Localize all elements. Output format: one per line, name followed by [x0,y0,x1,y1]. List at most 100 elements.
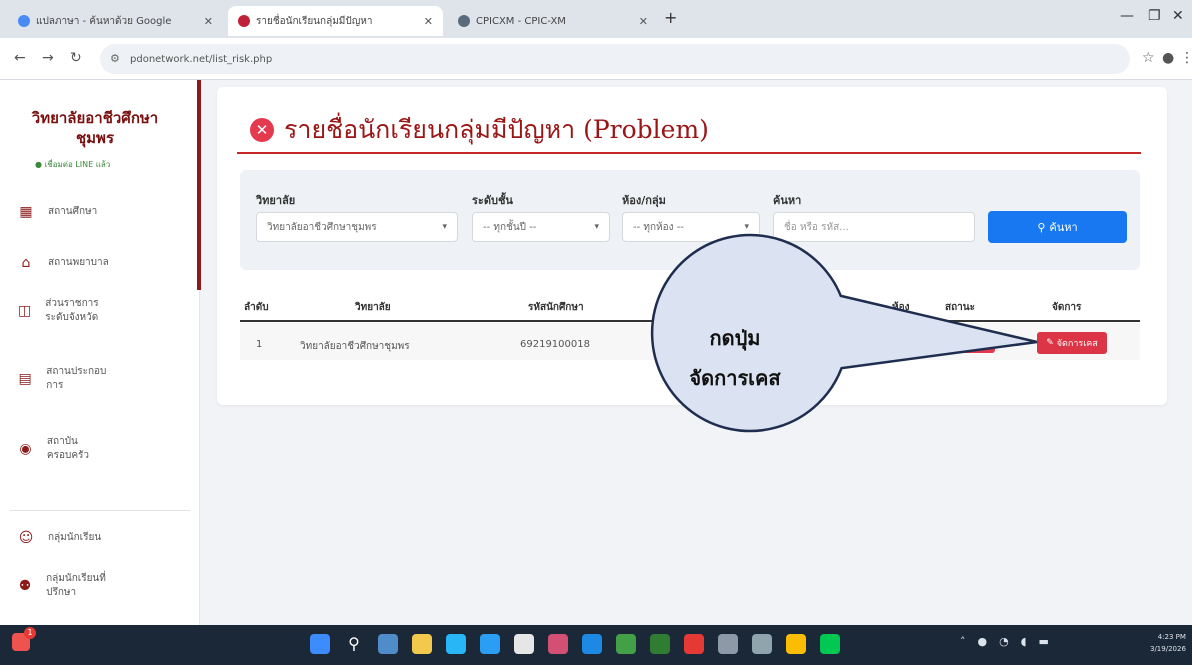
users-icon: ⚉ [18,578,32,594]
search-button[interactable]: ⚲ ค้นหา [988,211,1127,243]
sidebar-divider [10,510,190,511]
clock-date: 3/19/2026 [1150,645,1186,653]
hospital-icon: ⌂ [21,255,31,271]
back-arrow-icon[interactable]: ← [14,50,26,66]
building-icon: ▦ [19,204,33,220]
table-header-room: ห้อง [892,302,910,313]
network-icon[interactable]: ◔ [999,635,1009,648]
chevron-up-icon[interactable]: ˄ [960,635,966,648]
sidebar-item-enterprise[interactable]: ▤ สถานประกอบ การ [18,365,118,393]
app-icon[interactable] [718,634,738,654]
browser-tab-google-translate[interactable]: แปลภาษา - ค้นหาด้วย Google ✕ [8,6,223,36]
college-select-value: วิทยาลัยอาชีวศึกษาชุมพร [267,221,377,233]
table-header-college: วิทยาลัย [355,302,391,313]
search-icon: ⚲ [1037,220,1046,234]
minimize-icon[interactable]: — [1120,8,1134,24]
chevron-down-icon: ▾ [442,222,447,232]
room-select-value: -- ทุกห้อง -- [633,221,684,233]
table-header-action: จัดการ [1052,302,1082,313]
status-badge [945,333,995,353]
app-icon[interactable] [480,634,500,654]
chrome-icon[interactable] [684,634,704,654]
close-icon[interactable]: ✕ [204,15,213,28]
task-view-icon[interactable] [378,634,398,654]
windows-start-icon[interactable] [310,634,330,654]
search-button-label: ค้นหา [1049,221,1078,234]
globe-icon [458,15,470,27]
room-label: ห้อง/กลุ่ม [622,194,666,207]
app-icon[interactable] [616,634,636,654]
url-field[interactable]: ⚙ pdonetwork.net/list_risk.php [100,44,1130,74]
smile-icon: ☺ [18,530,34,546]
table-header-year: ชั้นปี [840,302,860,313]
level-label: ระดับชั้น [472,194,513,207]
line-icon[interactable] [820,634,840,654]
search-input[interactable]: ชื่อ หรือ รหัส... [773,212,975,242]
line-status: ● เชื่อมต่อ LINE แล้ว [35,160,111,169]
tab-label: CPICXM - CPIC-XM [476,15,566,27]
browser-tab-problem-list[interactable]: รายชื่อนักเรียนกลุ่มมีปัญหา ✕ [228,6,443,36]
chevron-down-icon: ▾ [594,222,599,232]
app-tray-icon[interactable]: ● [978,635,988,648]
factory-icon: ▤ [18,371,32,387]
search-icon[interactable]: ⚲ [344,634,364,654]
sidebar-item-students[interactable]: ☺ กลุ่มนักเรียน [18,530,101,546]
app-notification-icon[interactable]: 1 [12,627,36,656]
table-header-no: ลำดับ [244,302,269,313]
sidebar-item-label: สถานพยาบาล [48,257,109,268]
close-window-icon[interactable]: ✕ [1172,8,1184,24]
taskbar-apps: ⚲ [310,634,840,654]
manage-case-button[interactable]: ✎ จัดการเคส [1037,332,1107,354]
college-select[interactable]: วิทยาลัยอาชีวศึกษาชุมพร ▾ [256,212,458,242]
table-cell-no: 1 [256,339,263,350]
sidebar-item-government[interactable]: ◫ ส่วนราชการ ระดับจังหวัด [18,297,118,325]
level-select-value: -- ทุกชั้นปี -- [483,221,537,233]
app-icon[interactable] [548,634,568,654]
forward-arrow-icon[interactable]: → [42,50,54,66]
family-icon: ◉ [19,441,32,457]
notification-count: 1 [24,627,36,639]
site-info-icon[interactable]: ⚙ [110,52,120,65]
sidebar-item-hospital[interactable]: ⌂ สถานพยาบาล [18,255,109,271]
photos-icon[interactable] [752,634,772,654]
menu-icon[interactable]: ⋮ [1180,50,1192,66]
brand-line-1: วิทยาลัยอาชีวศึกษา [31,109,159,127]
store-icon[interactable] [514,634,534,654]
chrome-profile-icon[interactable] [786,634,806,654]
browser-tab-bar: แปลภาษา - ค้นหาด้วย Google ✕ รายชื่อนักเ… [0,0,1192,38]
page-title: ✕ รายชื่อนักเรียนกลุ่มมีปัญหา (Problem) [250,110,709,150]
excel-icon[interactable] [650,634,670,654]
table-header-student-id: รหัสนักศึกษา [528,302,584,313]
browser-tab-cpicxm[interactable]: CPICXM - CPIC-XM ✕ [448,6,658,36]
sidebar-item-label: กลุ่มนักเรียนที่ ปรึกษา [46,573,106,598]
chevron-down-icon: ▾ [744,222,749,232]
file-explorer-icon[interactable] [412,634,432,654]
line-status-text: เชื่อมต่อ LINE แล้ว [44,160,111,169]
edge-icon[interactable] [446,634,466,654]
sidebar-item-label: สถานประกอบ การ [46,366,107,391]
volume-icon[interactable]: ◖ [1021,635,1027,648]
table-header-status: สถานะ [945,302,975,313]
table-cell-student-id: 69219100018 [520,339,590,350]
callout-line-2: จัดการเคส [689,366,781,390]
profile-icon[interactable]: ● [1162,50,1174,66]
sidebar-item-advisor-students[interactable]: ⚉ กลุ่มนักเรียนที่ ปรึกษา [18,572,128,600]
close-icon[interactable]: ✕ [424,15,433,28]
taskbar-clock[interactable]: 4:23 PM 3/19/2026 [1150,631,1186,655]
sidebar-item-label: กลุ่มนักเรียน [48,532,102,543]
star-icon[interactable]: ☆ [1142,50,1155,66]
maximize-icon[interactable]: ❐ [1148,8,1161,24]
scroll-indicator [197,80,201,290]
room-select[interactable]: -- ทุกห้อง -- ▾ [622,212,760,242]
close-icon[interactable]: ✕ [639,15,648,28]
new-tab-button[interactable]: + [664,8,677,27]
edit-icon: ✎ [1046,338,1054,348]
sidebar-item-family[interactable]: ◉ สถาบัน ครอบครัว [18,435,118,463]
app-icon[interactable] [582,634,602,654]
level-select[interactable]: -- ทุกชั้นปี -- ▾ [472,212,610,242]
title-underline [237,152,1141,154]
battery-icon[interactable]: ▬ [1039,635,1049,648]
reload-icon[interactable]: ↻ [70,50,82,66]
sidebar-item-school[interactable]: ▦ สถานศึกษา [18,204,97,220]
page-title-text: รายชื่อนักเรียนกลุ่มมีปัญหา (Problem) [284,115,709,144]
